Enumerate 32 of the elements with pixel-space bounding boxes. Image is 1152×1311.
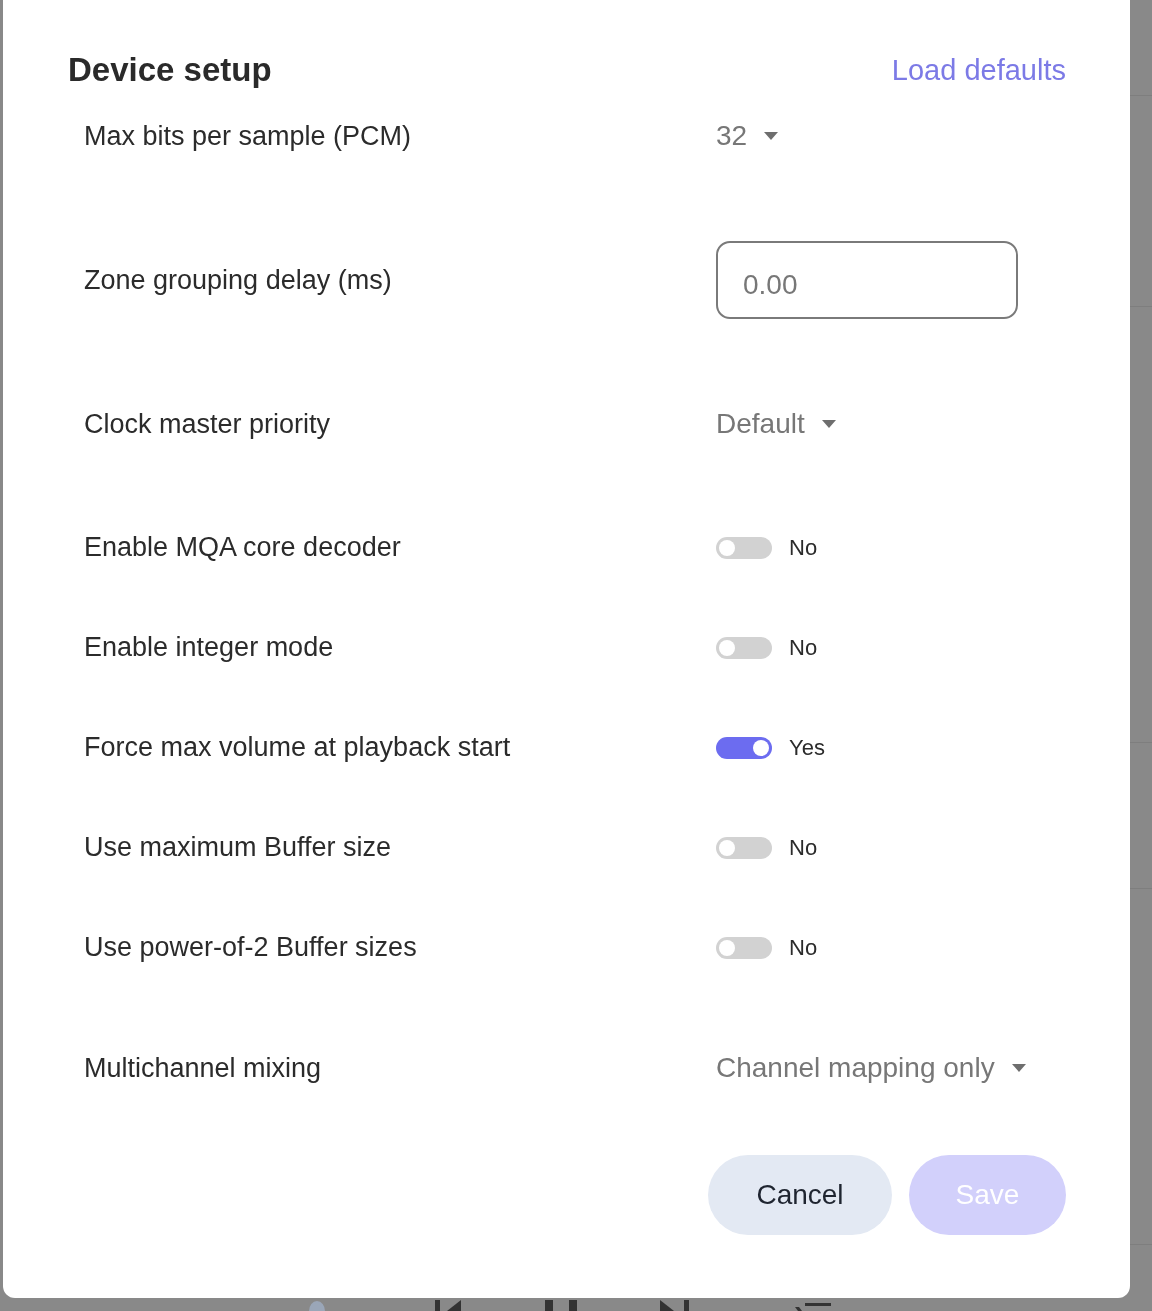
caret-icon xyxy=(821,420,836,428)
toggle-state-label: No xyxy=(789,534,818,561)
toggle-switch[interactable] xyxy=(716,836,772,859)
toggle-state-label: No xyxy=(789,934,818,961)
toggle-switch[interactable] xyxy=(716,536,772,559)
setting-label: Clock master priority xyxy=(84,408,332,440)
caret-icon xyxy=(764,132,779,140)
setting-label: Max bits per sample (PCM) xyxy=(84,120,413,152)
caret-icon xyxy=(1011,1064,1026,1072)
toggle-switch[interactable] xyxy=(716,736,772,759)
setting-label: Enable integer mode xyxy=(84,632,335,663)
toggle-switch[interactable] xyxy=(716,636,772,659)
dialog-title: Device setup xyxy=(68,51,272,89)
load-defaults-link[interactable]: Load defaults xyxy=(891,53,1066,87)
pause-icon[interactable] xyxy=(545,1298,577,1311)
number-field[interactable]: 0.00 xyxy=(716,241,1018,319)
toggle-switch[interactable] xyxy=(716,936,772,959)
toggle-state-label: No xyxy=(789,634,818,661)
previous-track-icon[interactable] xyxy=(435,1298,461,1311)
setting-label: Use maximum Buffer size xyxy=(84,832,393,863)
toggle-state-label: Yes xyxy=(789,734,825,761)
toggle-state-label: No xyxy=(789,834,818,861)
setting-label: Enable MQA core decoder xyxy=(84,532,402,563)
dropdown[interactable]: 32 xyxy=(716,120,779,152)
setting-label: Zone grouping delay (ms) xyxy=(84,264,393,296)
setting-label: Force max volume at playback start xyxy=(84,732,512,763)
next-track-icon[interactable] xyxy=(660,1298,690,1311)
setting-label: Multichannel mixing xyxy=(84,1052,323,1084)
setting-label: Use power-of-2 Buffer sizes xyxy=(84,932,418,963)
cancel-button[interactable]: Cancel xyxy=(708,1155,892,1235)
dropdown[interactable]: Default xyxy=(716,408,836,440)
dropdown[interactable]: Channel mapping only xyxy=(716,1052,1026,1084)
